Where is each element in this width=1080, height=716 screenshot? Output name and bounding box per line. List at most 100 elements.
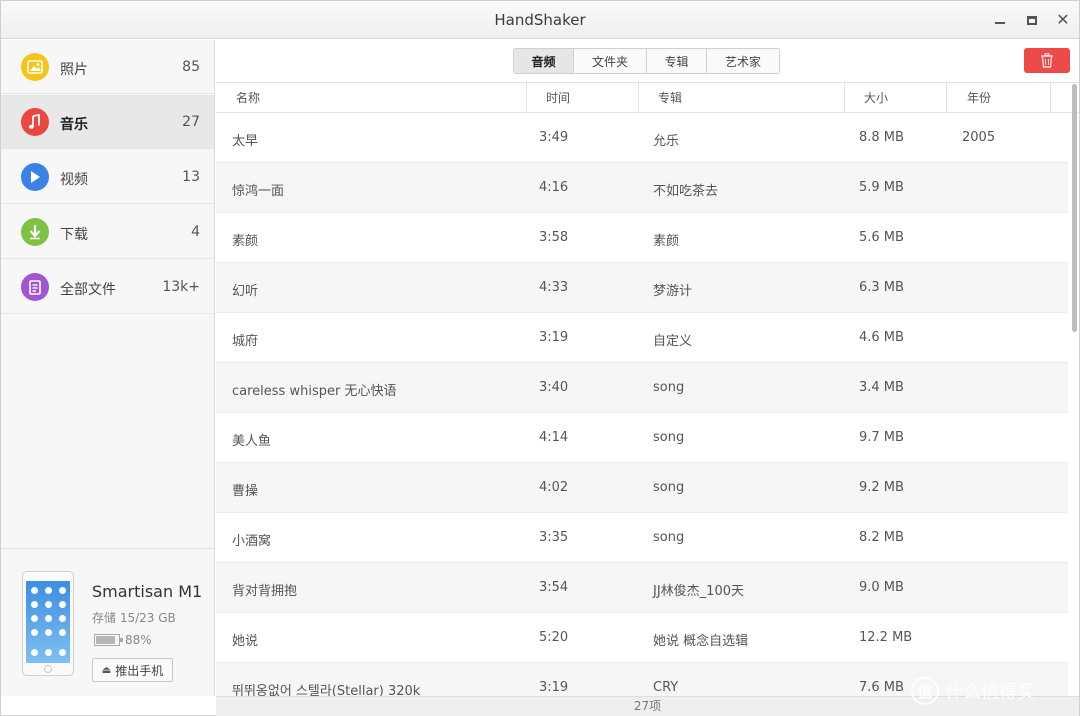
sidebar-item-music[interactable]: 音乐 27 — [1, 95, 214, 149]
table-row[interactable]: 小酒窝 3:35 song 8.2 MB — [216, 513, 1068, 563]
sidebar-item-downloads[interactable]: 下载 4 — [1, 205, 214, 259]
eject-icon: ⏏ — [101, 664, 112, 676]
cell-time: 4:02 — [539, 480, 569, 495]
app-window: HandShaker ✕ 照片 85 音乐 27 视频 13 下载 4 全部文件… — [0, 0, 1080, 716]
download-arrow-icon — [21, 218, 49, 246]
cell-size: 8.8 MB — [859, 130, 904, 145]
close-icon: ✕ — [1056, 10, 1070, 29]
sidebar-item-label: 下载 — [60, 227, 88, 243]
play-icon — [21, 163, 49, 191]
maximize-button[interactable] — [1022, 10, 1042, 30]
sidebar-item-count: 27 — [182, 114, 200, 130]
battery-level: 88% — [125, 633, 152, 647]
eject-label: 推出手机 — [115, 663, 164, 678]
cell-time: 3:40 — [539, 380, 569, 395]
table-row[interactable]: 太早 3:49 允乐 8.8 MB 2005 — [216, 113, 1068, 163]
item-count: 27项 — [633, 699, 662, 713]
table-row[interactable]: 她说 5:20 她说 概念自选辑 12.2 MB — [216, 613, 1068, 663]
phone-home-button — [44, 665, 52, 673]
cell-size: 9.7 MB — [859, 430, 904, 445]
cell-size: 9.0 MB — [859, 580, 904, 595]
device-panel: Smartisan M1 存储 15/23 GB 88% ⏏ 推出手机 — [1, 548, 214, 696]
window-title: HandShaker — [494, 11, 586, 29]
cell-year: 2005 — [962, 130, 996, 145]
column-header-album[interactable]: 专辑 — [658, 83, 682, 112]
song-table: 太早 3:49 允乐 8.8 MB 2005 惊鸿一面 4:16 不如吃茶去 5.9 MB 素颜 3… — [216, 113, 1068, 696]
photo-icon — [21, 53, 49, 81]
sidebar-item-label: 音乐 — [60, 117, 88, 133]
cell-size: 5.9 MB — [859, 180, 904, 195]
scrollbar[interactable] — [1070, 82, 1079, 696]
cell-time: 5:20 — [539, 630, 569, 645]
cell-time: 4:33 — [539, 280, 569, 295]
column-header-year[interactable]: 年份 — [967, 83, 991, 112]
view-tabs: 音频 文件夹 专辑 艺术家 — [513, 48, 780, 74]
document-icon — [21, 273, 49, 301]
sidebar-item-count: 13 — [182, 169, 200, 185]
table-row[interactable]: 幻听 4:33 梦游计 6.3 MB — [216, 263, 1068, 313]
cell-time: 4:16 — [539, 180, 569, 195]
minimize-button[interactable] — [990, 10, 1010, 30]
cell-name: 素颜 — [232, 234, 259, 249]
sidebar-item-videos[interactable]: 视频 13 — [1, 150, 214, 204]
cell-album: 素颜 — [653, 234, 680, 249]
cell-name: 太早 — [232, 134, 259, 149]
sidebar: 照片 85 音乐 27 视频 13 下载 4 全部文件 13k+ Smartis… — [1, 40, 215, 696]
maximize-icon — [1027, 15, 1037, 25]
cell-size: 5.6 MB — [859, 230, 904, 245]
table-row[interactable]: careless whisper 无心快语 3:40 song 3.4 MB — [216, 363, 1068, 413]
sidebar-item-count: 4 — [191, 224, 200, 240]
music-note-icon — [21, 108, 49, 136]
cell-album: song — [653, 480, 685, 495]
watermark-text: 什么值得买 — [945, 682, 1035, 703]
sidebar-item-photos[interactable]: 照片 85 — [1, 40, 214, 94]
cell-name: 小酒窝 — [232, 534, 272, 549]
cell-album: 她说 概念自选辑 — [653, 634, 749, 649]
eject-phone-button[interactable]: ⏏ 推出手机 — [92, 658, 173, 682]
cell-album: CRY — [653, 680, 679, 695]
watermark: 值 什么值得买 — [911, 675, 1076, 707]
sidebar-item-count: 13k+ — [162, 279, 200, 295]
cell-album: 自定义 — [653, 334, 693, 349]
cell-time: 3:19 — [539, 330, 569, 345]
sidebar-item-label: 视频 — [60, 172, 88, 188]
tab-albums[interactable]: 专辑 — [647, 49, 707, 73]
table-row[interactable]: 背对背拥抱 3:54 JJ林俊杰_100天 9.0 MB — [216, 563, 1068, 613]
table-row[interactable]: 城府 3:19 自定义 4.6 MB — [216, 313, 1068, 363]
table-row[interactable]: 惊鸿一面 4:16 不如吃茶去 5.9 MB — [216, 163, 1068, 213]
cell-size: 6.3 MB — [859, 280, 904, 295]
cell-album: song — [653, 530, 685, 545]
cell-name: 她说 — [232, 634, 259, 649]
cell-album: 允乐 — [653, 134, 680, 149]
sidebar-item-label: 照片 — [60, 62, 88, 78]
phone-image — [22, 571, 74, 676]
tab-folders[interactable]: 文件夹 — [574, 49, 647, 73]
title-bar: HandShaker ✕ — [1, 1, 1079, 39]
cell-album: song — [653, 380, 685, 395]
delete-button[interactable] — [1024, 48, 1070, 73]
column-header-time[interactable]: 时间 — [546, 83, 570, 112]
cell-name: 幻听 — [232, 284, 259, 299]
column-header-size[interactable]: 大小 — [864, 83, 888, 112]
tab-artists[interactable]: 艺术家 — [707, 49, 779, 73]
column-header-name[interactable]: 名称 — [236, 83, 260, 112]
cell-size: 12.2 MB — [859, 630, 913, 645]
cell-time: 4:14 — [539, 430, 569, 445]
main-panel: 音频 文件夹 专辑 艺术家 名称 时间 专辑 大小 年份 太早 3:49 允乐 8.8… — [216, 40, 1079, 696]
cell-album: song — [653, 430, 685, 445]
cell-name: 城府 — [232, 334, 259, 349]
trash-icon — [1041, 53, 1053, 68]
cell-time: 3:19 — [539, 680, 569, 695]
watermark-mark: 值 — [911, 677, 939, 705]
table-row[interactable]: 曹操 4:02 song 9.2 MB — [216, 463, 1068, 513]
sidebar-item-all-files[interactable]: 全部文件 13k+ — [1, 260, 214, 314]
tab-audio[interactable]: 音频 — [514, 49, 574, 73]
table-row[interactable]: 美人鱼 4:14 song 9.7 MB — [216, 413, 1068, 463]
cell-name: careless whisper 无心快语 — [232, 384, 397, 399]
scrollbar-thumb[interactable] — [1072, 84, 1077, 332]
cell-album: JJ林俊杰_100天 — [653, 584, 744, 599]
cell-size: 7.6 MB — [859, 680, 904, 695]
device-name: Smartisan M1 — [92, 582, 203, 601]
close-button[interactable]: ✕ — [1053, 10, 1073, 30]
table-row[interactable]: 素颜 3:58 素颜 5.6 MB — [216, 213, 1068, 263]
